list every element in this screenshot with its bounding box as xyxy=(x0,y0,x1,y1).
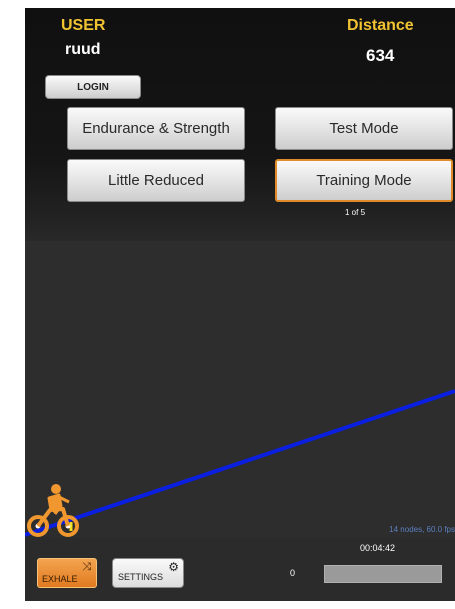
settings-label: SETTINGS xyxy=(118,572,164,582)
mode-training-button[interactable]: Training Mode xyxy=(275,159,453,202)
distance-label: Distance xyxy=(347,17,414,34)
user-label: USER xyxy=(61,17,106,34)
mode-endurance-button[interactable]: Endurance & Strength xyxy=(67,107,245,150)
distance-value: 634 xyxy=(366,46,395,65)
elapsed-time: 00:04:42 xyxy=(360,543,396,553)
gear-icon: ⚙ xyxy=(168,560,179,574)
graph-line xyxy=(25,389,455,537)
exhale-label: EXHALE xyxy=(42,574,78,584)
page-indicator: 1 of 5 xyxy=(345,208,366,217)
app-window: USER ruud Distance 634 LOGIN Endurance &… xyxy=(25,8,455,601)
graph-area: 14 nodes, 60.0 fps xyxy=(25,241,455,537)
screen: USER ruud Distance 634 LOGIN Endurance &… xyxy=(0,0,455,609)
mode-little-reduced-button[interactable]: Little Reduced xyxy=(67,159,245,202)
shuffle-icon: ⤨ xyxy=(82,561,91,573)
mode-test-button[interactable]: Test Mode xyxy=(275,107,453,150)
user-name: ruud xyxy=(65,41,101,58)
exhale-button[interactable]: ⤨ EXHALE xyxy=(37,558,97,588)
nodes-info: 14 nodes, 60.0 fps xyxy=(389,525,455,534)
progress-bar xyxy=(324,565,442,583)
counter-value: 0 xyxy=(290,568,296,578)
graph-canvas xyxy=(25,389,455,537)
cyclist-icon xyxy=(25,482,85,542)
login-button[interactable]: LOGIN xyxy=(45,75,141,99)
settings-button[interactable]: ⚙ SETTINGS xyxy=(112,558,184,588)
